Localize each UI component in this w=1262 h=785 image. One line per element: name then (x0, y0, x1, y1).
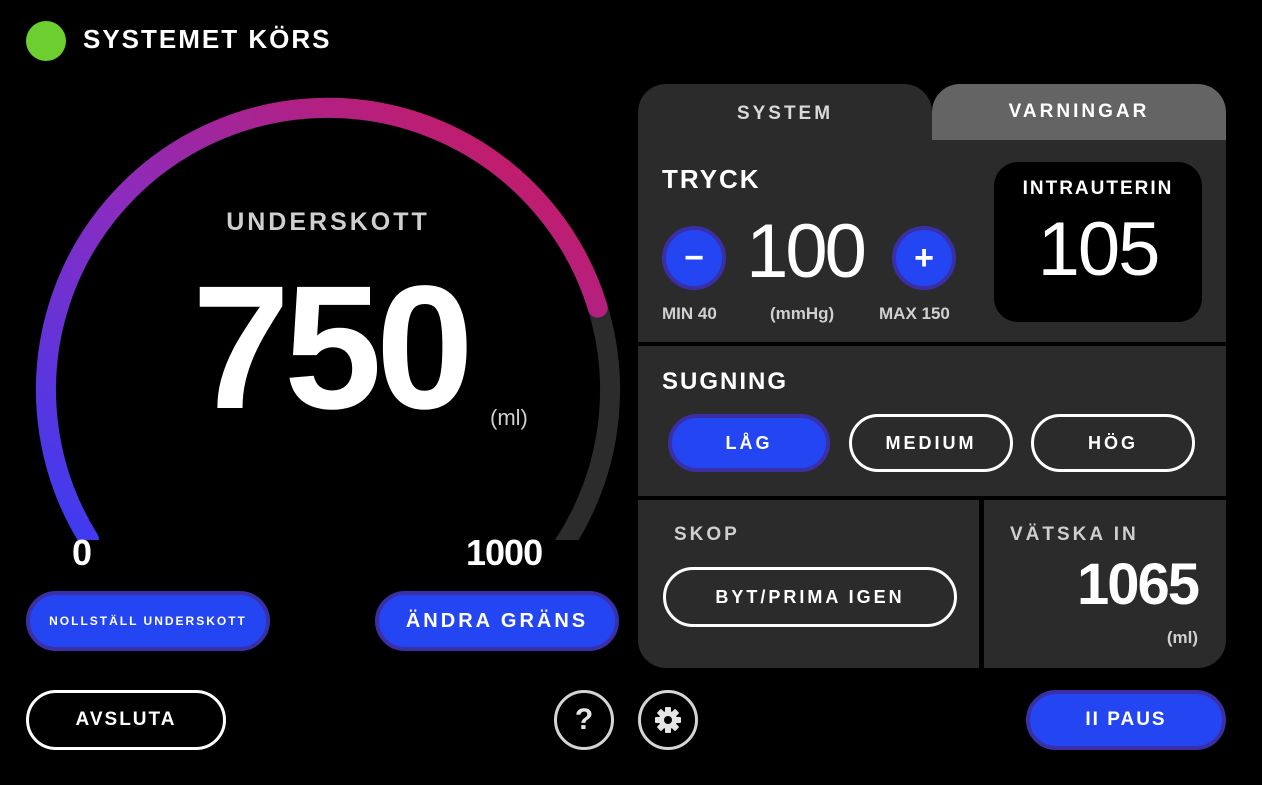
tab-system[interactable]: SYSTEM (638, 84, 932, 144)
intrauterine-box: INTRAUTERIN 105 (994, 162, 1202, 322)
suction-medium-button[interactable]: MEDIUM (849, 414, 1013, 472)
change-limit-button[interactable]: ÄNDRA GRÄNS (375, 591, 619, 651)
pause-button[interactable]: II PAUS (1026, 690, 1226, 750)
suction-title: SUGNING (662, 368, 789, 395)
swap-prime-button[interactable]: BYT/PRIMA IGEN (663, 567, 957, 627)
intrauterine-value: 105 (1037, 207, 1161, 292)
reset-deficit-button[interactable]: NOLLSTÄLL UNDERSKOTT (26, 591, 270, 651)
scope-label: SKOP (674, 524, 740, 545)
fluid-in-unit: (ml) (1166, 628, 1198, 647)
suction-low-button[interactable]: LÅG (668, 414, 830, 472)
tab-warnings[interactable]: VARNINGAR (932, 84, 1226, 140)
fluid-in-label: VÄTSKA IN (1010, 524, 1139, 545)
minus-icon: − (684, 238, 704, 277)
pressure-max-label: MAX 150 (879, 304, 950, 323)
gauge-title: UNDERSKOTT (226, 208, 430, 236)
status-indicator (26, 21, 66, 61)
suction-section: SUGNING LÅG MEDIUM HÖG (638, 346, 1226, 496)
help-button[interactable]: ? (554, 690, 614, 750)
pressure-title: TRYCK (662, 164, 761, 194)
scope-section: SKOP BYT/PRIMA IGEN (638, 500, 979, 668)
gear-icon (655, 707, 681, 733)
gauge-min-label: 0 (72, 532, 93, 573)
help-icon: ? (574, 703, 594, 736)
gauge-max-label: 1000 (466, 532, 543, 573)
status-text: SYSTEMET KÖRS (83, 24, 332, 54)
pressure-value: 100 (746, 209, 867, 294)
fluid-in-value: 1065 (1076, 552, 1200, 617)
fluid-in-section: VÄTSKA IN 1065 (ml) (984, 500, 1226, 668)
deficit-unit: (ml) (490, 405, 528, 430)
settings-button[interactable] (638, 690, 698, 750)
pressure-decrease-button[interactable]: − (662, 226, 726, 290)
control-panel: VARNINGAR SYSTEM TRYCK − 100 + MIN 40 (m… (638, 84, 1226, 668)
pressure-min-label: MIN 40 (662, 304, 717, 323)
suction-high-button[interactable]: HÖG (1031, 414, 1195, 472)
intrauterine-label: INTRAUTERIN (1022, 178, 1174, 199)
pressure-unit-label: (mmHg) (770, 304, 835, 323)
deficit-value: 750 (192, 250, 474, 446)
pressure-section: TRYCK − 100 + MIN 40 (mmHg) MAX 150 INTR… (638, 140, 1226, 342)
exit-button[interactable]: AVSLUTA (26, 690, 226, 750)
pressure-increase-button[interactable]: + (892, 226, 956, 290)
plus-icon: + (914, 238, 934, 277)
